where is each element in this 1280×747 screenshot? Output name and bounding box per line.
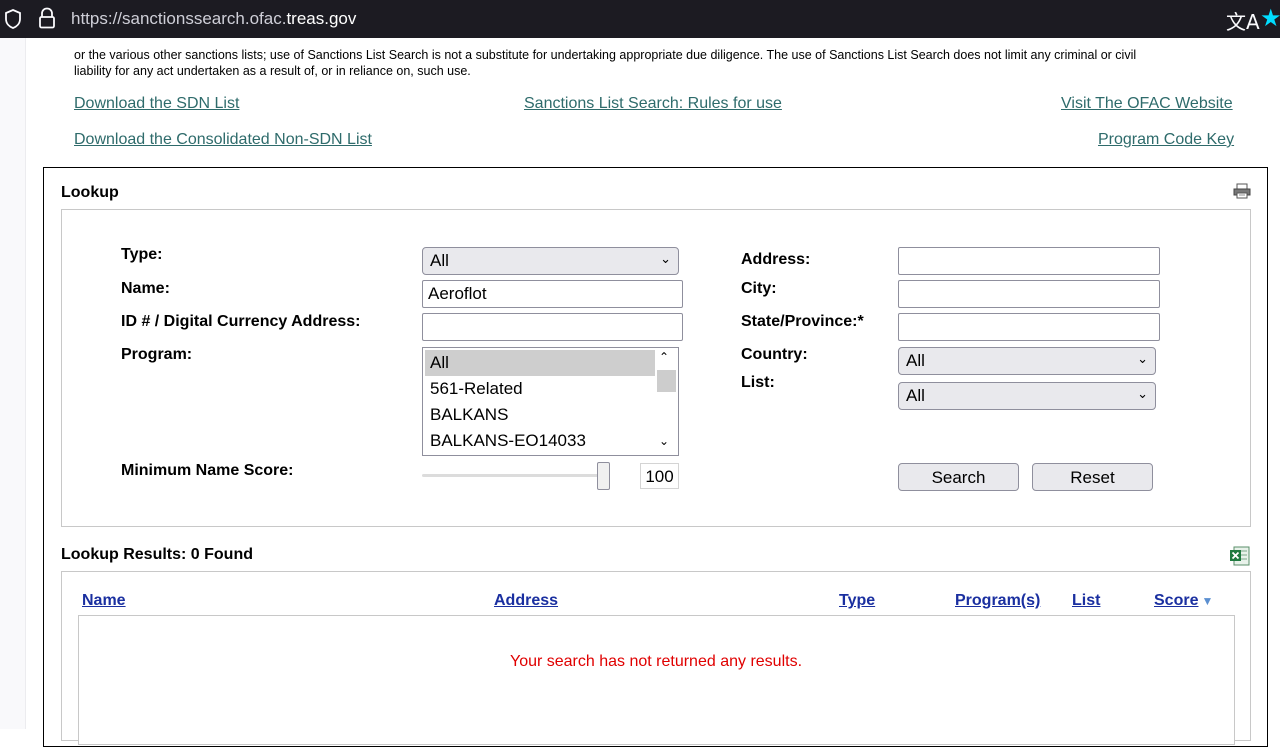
disclaimer-line-1: or the various other sanctions lists; us… bbox=[74, 48, 1137, 62]
chevron-down-icon: ⌄ bbox=[1137, 387, 1148, 402]
list-select[interactable]: All ⌄ bbox=[898, 382, 1156, 410]
country-select-value: All bbox=[906, 351, 925, 370]
program-listbox[interactable]: All 561-Related BALKANS BALKANS-EO14033 … bbox=[422, 347, 679, 456]
scroll-down-icon[interactable]: ⌄ bbox=[659, 434, 669, 448]
country-label: Country: bbox=[741, 346, 808, 363]
download-sdn-link[interactable]: Download the SDN List bbox=[74, 95, 239, 113]
chevron-down-icon: ⌄ bbox=[660, 252, 671, 267]
download-consolidated-link[interactable]: Download the Consolidated Non-SDN List bbox=[74, 131, 372, 149]
sidebar-edge bbox=[0, 38, 26, 729]
program-option[interactable]: All bbox=[425, 350, 656, 376]
results-title: Lookup Results: 0 Found bbox=[61, 546, 253, 563]
min-score-slider-track[interactable] bbox=[422, 474, 606, 477]
type-label: Type: bbox=[121, 246, 163, 263]
disclaimer-line-2: liability for any act undertaken as a re… bbox=[74, 64, 471, 78]
print-icon[interactable] bbox=[1233, 183, 1251, 199]
disclaimer-text: or the various other sanctions lists; us… bbox=[74, 38, 1244, 78]
type-select-value: All bbox=[430, 251, 449, 270]
program-option[interactable]: 561-Related bbox=[425, 376, 656, 402]
address-label: Address: bbox=[741, 251, 811, 268]
lookup-title: Lookup bbox=[61, 184, 119, 201]
id-label: ID # / Digital Currency Address: bbox=[121, 313, 361, 330]
state-input[interactable] bbox=[898, 313, 1160, 341]
column-header-programs[interactable]: Program(s) bbox=[955, 592, 1040, 610]
reset-button[interactable]: Reset bbox=[1032, 463, 1153, 491]
list-select-value: All bbox=[906, 386, 925, 405]
chevron-down-icon: ⌄ bbox=[1137, 352, 1148, 367]
translate-icon[interactable]: 文A bbox=[1226, 6, 1260, 35]
score-header-label: Score bbox=[1154, 592, 1199, 609]
city-input[interactable] bbox=[898, 280, 1160, 308]
scrollbar-thumb[interactable] bbox=[657, 370, 676, 392]
tracking-protection-shield-icon[interactable] bbox=[4, 9, 22, 29]
column-header-name[interactable]: Name bbox=[82, 592, 126, 610]
id-input[interactable] bbox=[422, 313, 683, 341]
no-results-message: Your search has not returned any results… bbox=[509, 653, 803, 670]
address-input[interactable] bbox=[898, 247, 1160, 275]
column-header-score[interactable]: Score ▼ bbox=[1154, 592, 1213, 610]
listbox-scrollbar[interactable]: ⌃ ⌄ bbox=[655, 348, 678, 455]
name-label: Name: bbox=[121, 280, 170, 297]
excel-export-icon[interactable] bbox=[1229, 545, 1251, 567]
lock-icon[interactable] bbox=[38, 7, 56, 29]
rules-for-use-link[interactable]: Sanctions List Search: Rules for use bbox=[524, 95, 782, 113]
list-label: List: bbox=[741, 374, 775, 391]
program-option[interactable]: BALKANS bbox=[425, 402, 656, 428]
min-score-label: Minimum Name Score: bbox=[121, 462, 294, 479]
scroll-up-icon[interactable]: ⌃ bbox=[659, 350, 669, 364]
type-select[interactable]: All ⌄ bbox=[422, 247, 679, 275]
sort-descending-icon: ▼ bbox=[1201, 594, 1214, 608]
bookmark-star-icon[interactable]: ★ bbox=[1260, 4, 1280, 32]
column-header-address[interactable]: Address bbox=[494, 592, 558, 610]
column-header-type[interactable]: Type bbox=[839, 592, 875, 610]
visit-ofac-link[interactable]: Visit The OFAC Website bbox=[1061, 95, 1233, 113]
browser-url-bar: https://sanctionssearch.ofac.treas.gov 文… bbox=[0, 0, 1280, 38]
city-label: City: bbox=[741, 280, 777, 297]
min-score-slider-thumb[interactable] bbox=[597, 462, 610, 490]
program-option[interactable]: BALKANS-EO14033 bbox=[425, 428, 656, 454]
program-code-key-link[interactable]: Program Code Key bbox=[1098, 131, 1234, 149]
results-table-body bbox=[78, 615, 1235, 745]
name-input[interactable]: Aeroflot bbox=[422, 280, 683, 308]
address-bar-url[interactable]: https://sanctionssearch.ofac.treas.gov bbox=[71, 9, 356, 29]
search-button[interactable]: Search bbox=[898, 463, 1019, 491]
country-select[interactable]: All ⌄ bbox=[898, 347, 1156, 375]
state-label: State/Province:* bbox=[741, 313, 864, 330]
column-header-list[interactable]: List bbox=[1072, 592, 1100, 610]
program-label: Program: bbox=[121, 346, 193, 363]
min-score-value[interactable]: 100 bbox=[640, 463, 679, 489]
